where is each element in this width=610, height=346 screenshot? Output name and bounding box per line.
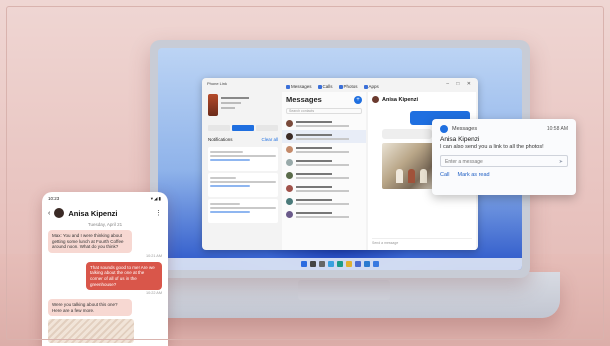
outgoing-message: That sounds good to me! Are we talking a… bbox=[86, 261, 162, 291]
chat-contact-name: Anisa Kipenzi bbox=[382, 96, 419, 103]
taskbar bbox=[158, 258, 522, 270]
conversation-item[interactable] bbox=[282, 143, 366, 156]
message-timestamp: 10:22 AM bbox=[145, 291, 162, 296]
explorer-icon[interactable] bbox=[346, 261, 352, 267]
messages-title: Messages bbox=[286, 95, 322, 104]
received-message-bubble bbox=[382, 129, 432, 139]
send-icon[interactable]: ➤ bbox=[559, 159, 563, 165]
task-view-icon[interactable] bbox=[319, 261, 325, 267]
conversation-item[interactable] bbox=[282, 195, 366, 208]
toast-time: 10:58 AM bbox=[546, 126, 568, 132]
chat-header: Anisa Kipenzi bbox=[368, 92, 476, 107]
conversation-item[interactable] bbox=[282, 182, 366, 195]
chat-input[interactable]: Send a message bbox=[372, 238, 472, 246]
status-time: 10:23 bbox=[48, 196, 60, 201]
phone-thumbnail bbox=[208, 94, 218, 116]
back-arrow-icon[interactable]: ‹ bbox=[48, 210, 50, 217]
incoming-message: Max: You and I were thinking about getti… bbox=[48, 230, 132, 253]
notification-card[interactable] bbox=[208, 173, 278, 197]
laptop-base bbox=[128, 272, 560, 318]
message-timestamp: 10:21 AM bbox=[145, 253, 162, 258]
avatar bbox=[372, 96, 379, 103]
conversation-item[interactable] bbox=[282, 156, 366, 169]
toast-message-body: I can also send you a link to all the ph… bbox=[440, 144, 544, 150]
tab-messages[interactable]: Messages bbox=[286, 84, 312, 89]
toast-actions: Call Mark as read bbox=[440, 172, 568, 178]
quick-actions bbox=[208, 125, 278, 131]
device-card bbox=[206, 92, 280, 122]
search-input[interactable]: Search contacts bbox=[286, 108, 362, 114]
start-icon[interactable] bbox=[301, 261, 307, 267]
photos-icon bbox=[338, 84, 343, 89]
conversation-item[interactable] bbox=[282, 169, 366, 182]
incoming-message: Were you talking about this one? Here ar… bbox=[48, 299, 132, 317]
android-phone: 10:23 ▾◢▮ ‹ Anisa Kipenzi ⋮ Tuesday, Apr… bbox=[42, 192, 168, 346]
toast-app-name: Messages bbox=[452, 126, 478, 132]
more-options-icon[interactable]: ⋮ bbox=[155, 209, 162, 217]
toast-header: Messages 10:58 AM bbox=[440, 125, 568, 133]
day-separator: Tuesday, April 21 bbox=[87, 222, 123, 227]
tab-calls[interactable]: Calls bbox=[317, 84, 333, 89]
edge-icon[interactable] bbox=[337, 261, 343, 267]
tab-apps[interactable]: Apps bbox=[363, 84, 379, 89]
quick-action-button[interactable] bbox=[208, 125, 230, 131]
phone-chat-header: ‹ Anisa Kipenzi ⋮ bbox=[48, 208, 162, 218]
phone-link-icon[interactable] bbox=[373, 261, 379, 267]
calls-icon bbox=[317, 84, 322, 89]
conversation-item-selected[interactable] bbox=[282, 130, 366, 143]
store-icon[interactable] bbox=[355, 261, 361, 267]
notification-card[interactable] bbox=[208, 199, 278, 223]
tab-photos[interactable]: Photos bbox=[338, 84, 358, 89]
new-message-button[interactable]: + bbox=[354, 95, 362, 104]
call-button[interactable]: Call bbox=[440, 172, 449, 178]
shared-sketch-image[interactable] bbox=[48, 319, 134, 344]
messages-app-icon bbox=[440, 125, 448, 133]
notification-card[interactable] bbox=[208, 147, 278, 171]
search-icon[interactable] bbox=[310, 261, 316, 267]
quick-action-button[interactable] bbox=[256, 125, 278, 131]
messages-icon bbox=[286, 84, 290, 89]
device-pane: Notifications Clear all bbox=[206, 92, 280, 246]
toast-sender: Anisa Kipenzi bbox=[440, 136, 480, 143]
reply-input[interactable]: Enter a message ➤ bbox=[440, 155, 568, 167]
conversation-item[interactable] bbox=[282, 117, 366, 130]
clear-all-link[interactable]: Clear all bbox=[261, 137, 278, 142]
message-toast-notification[interactable]: Messages 10:58 AM Anisa Kipenzi I can al… bbox=[432, 119, 576, 195]
status-bar: 10:23 ▾◢▮ bbox=[48, 196, 162, 202]
conversation-list: Messages + Search contacts bbox=[282, 92, 366, 250]
device-status bbox=[221, 94, 249, 120]
quick-action-button-active[interactable] bbox=[232, 125, 254, 131]
mark-as-read-button[interactable]: Mark as read bbox=[457, 172, 489, 178]
phone-contact-name: Anisa Kipenzi bbox=[68, 208, 118, 218]
status-icons: ▾◢▮ bbox=[150, 196, 162, 201]
conversation-item[interactable] bbox=[282, 208, 366, 221]
mail-icon[interactable] bbox=[364, 261, 370, 267]
widgets-icon[interactable] bbox=[328, 261, 334, 267]
notifications-title: Notifications bbox=[208, 137, 233, 142]
app-tabs: Messages Calls Photos Apps bbox=[286, 84, 379, 89]
reply-input-placeholder: Enter a message bbox=[445, 159, 483, 165]
avatar bbox=[54, 208, 65, 218]
window-controls[interactable]: – □ ✕ bbox=[446, 81, 474, 87]
notifications-header: Notifications Clear all bbox=[206, 134, 280, 145]
apps-icon bbox=[363, 84, 368, 89]
trackpad bbox=[298, 280, 390, 300]
messages-header: Messages + bbox=[282, 92, 366, 107]
